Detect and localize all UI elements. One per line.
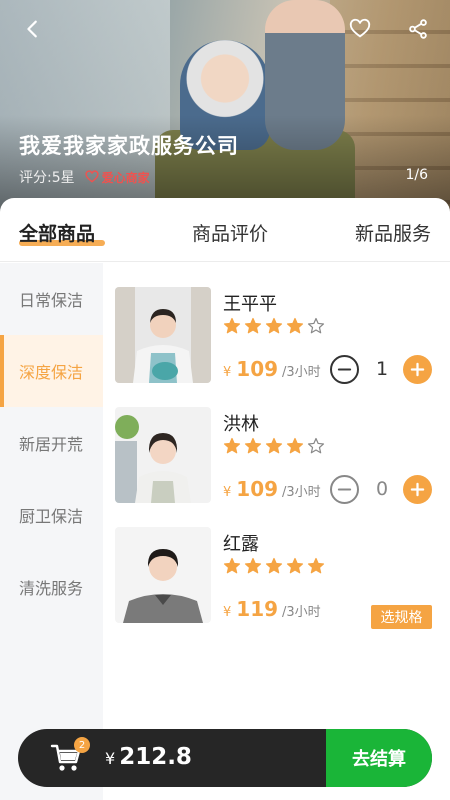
price-value: 109 [236, 357, 279, 381]
worker-photo[interactable] [115, 407, 211, 503]
product-item[interactable]: 红露 ¥ 119 /3小时 选规格 [115, 527, 435, 629]
quantity-stepper: 1 [330, 355, 432, 385]
price-currency: ¥ [223, 485, 232, 500]
share-icon [409, 19, 427, 39]
select-spec-button[interactable]: 选规格 [371, 605, 432, 629]
store-rating: 评分:5星 [19, 170, 75, 186]
star-rating [223, 437, 325, 455]
tab-bar: 全部商品 商品评价 新品服务 [0, 198, 450, 262]
star-filled-icon [223, 557, 241, 574]
star-filled-icon [265, 557, 283, 574]
worker-photo[interactable] [115, 287, 211, 383]
sidebar-item-kitchen-bath[interactable]: 厨卫保洁 [0, 479, 103, 551]
star-filled-icon [265, 317, 283, 334]
sidebar-item-washing-service[interactable]: 清洗服务 [0, 551, 103, 623]
worker-name: 红露 [223, 534, 259, 555]
store-panel: 全部商品 商品评价 新品服务 日常保洁 深度保洁 新居开荒 厨卫保洁 清洗服务 … [0, 198, 450, 800]
merchant-badge-label: 爱心商家 [101, 170, 150, 185]
quantity-stepper: 0 [330, 475, 432, 505]
star-rating [223, 317, 325, 335]
star-filled-icon [244, 317, 262, 334]
star-filled-icon [307, 557, 325, 574]
share-button[interactable] [403, 14, 433, 44]
price: ¥ 109 /3小时 [223, 477, 321, 501]
sidebar-item-deep-cleaning[interactable]: 深度保洁 [0, 335, 103, 407]
back-button[interactable] [18, 14, 48, 44]
worker-photo-image [115, 407, 211, 503]
star-empty-icon [307, 317, 325, 334]
total-value: 212.8 [119, 744, 192, 770]
price: ¥ 119 /3小时 [223, 597, 321, 621]
minus-icon [337, 368, 352, 371]
quantity-value: 0 [375, 478, 389, 500]
decrease-button[interactable] [330, 355, 359, 384]
star-filled-icon [223, 317, 241, 334]
company-name: 我爱我家家政服务公司 [19, 134, 239, 158]
price-unit: /3小时 [282, 365, 321, 380]
price-value: 119 [236, 597, 279, 621]
price-currency: ¥ [223, 365, 232, 380]
favorite-button[interactable] [345, 14, 375, 44]
star-filled-icon [286, 437, 304, 454]
cart-count-badge: 2 [74, 737, 90, 753]
worker-photo-image [115, 287, 211, 383]
star-empty-icon [307, 437, 325, 454]
star-filled-icon [244, 557, 262, 574]
star-filled-icon [223, 437, 241, 454]
increase-button[interactable] [403, 475, 432, 504]
sidebar-item-new-home-cleaning[interactable]: 新居开荒 [0, 407, 103, 479]
minus-icon [337, 488, 352, 491]
plus-icon [410, 482, 425, 497]
image-counter: 1/6 [405, 167, 428, 183]
worker-name: 洪林 [223, 414, 259, 435]
price: ¥ 109 /3小时 [223, 357, 321, 381]
merchant-badge: 爱心商家 [85, 169, 150, 186]
heart-icon [349, 18, 371, 38]
decrease-button[interactable] [330, 475, 359, 504]
price-value: 109 [236, 477, 279, 501]
increase-button[interactable] [403, 355, 432, 384]
star-rating [223, 557, 325, 575]
star-filled-icon [244, 437, 262, 454]
quantity-value: 1 [375, 358, 389, 380]
product-item[interactable]: 王平平 ¥ 109 /3小时 1 [115, 287, 435, 387]
price-unit: /3小时 [282, 605, 321, 620]
total-currency: ¥ [105, 749, 116, 768]
chevron-left-icon [27, 20, 37, 38]
product-item[interactable]: 洪林 ¥ 109 /3小时 0 [115, 407, 435, 507]
cart-total: ¥ 212.8 [105, 744, 192, 770]
plus-icon [410, 362, 425, 377]
worker-name: 王平平 [223, 294, 277, 315]
sidebar-item-daily-cleaning[interactable]: 日常保洁 [0, 263, 103, 335]
star-filled-icon [286, 317, 304, 334]
star-filled-icon [286, 557, 304, 574]
cart-bar: 2 ¥ 212.8 去结算 [18, 729, 432, 787]
category-sidebar: 日常保洁 深度保洁 新居开荒 厨卫保洁 清洗服务 [0, 263, 103, 800]
worker-photo[interactable] [115, 527, 211, 623]
price-unit: /3小时 [282, 485, 321, 500]
checkout-button[interactable]: 去结算 [326, 729, 432, 787]
price-currency: ¥ [223, 605, 232, 620]
tab-all-products[interactable]: 全部商品 [19, 219, 95, 246]
worker-photo-image [115, 527, 211, 623]
tab-reviews[interactable]: 商品评价 [192, 219, 268, 246]
tab-new-services[interactable]: 新品服务 [355, 219, 431, 246]
star-filled-icon [265, 437, 283, 454]
store-rating-row: 评分:5星 爱心商家 [19, 167, 150, 187]
heart-badge-icon [85, 170, 99, 183]
